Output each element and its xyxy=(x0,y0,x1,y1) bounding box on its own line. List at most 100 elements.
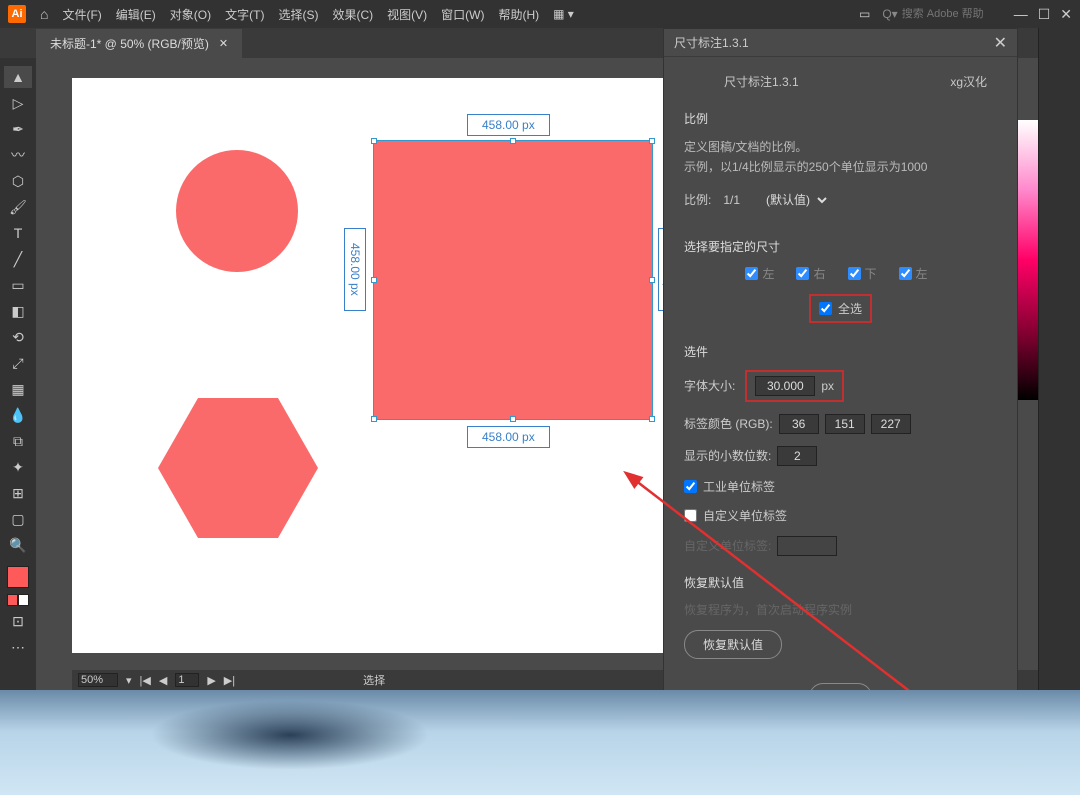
menu-window[interactable]: 窗口(W) xyxy=(441,6,484,23)
color-r-input[interactable] xyxy=(779,414,819,434)
menu-view[interactable]: 视图(V) xyxy=(387,6,427,23)
dialog-header[interactable]: 尺寸标注1.3.1 ✕ xyxy=(664,29,1017,57)
line-tool-icon[interactable]: ╱ xyxy=(4,248,32,270)
minimize-icon[interactable]: — xyxy=(1014,6,1028,23)
app-logo-icon: Ai xyxy=(8,5,26,23)
home-icon[interactable]: ⌂ xyxy=(40,6,48,22)
custom-unit-label: 自定义单位标签 xyxy=(703,507,787,524)
stroke-swatch[interactable] xyxy=(7,594,29,606)
ck-right2[interactable]: 左 xyxy=(899,265,928,282)
scale-heading: 比例 xyxy=(684,110,997,127)
decimals-input[interactable] xyxy=(777,446,817,466)
select-all-highlight[interactable]: 全选 xyxy=(809,294,872,323)
custom-unit-ck[interactable] xyxy=(684,509,697,522)
curvature-tool-icon[interactable]: 〰 xyxy=(4,144,32,166)
nav-first-icon[interactable]: |◀ xyxy=(140,674,151,687)
dialog-close-icon[interactable]: ✕ xyxy=(994,33,1007,53)
menu-bar: Ai ⌂ 文件(F) 编辑(E) 对象(O) 文字(T) 选择(S) 效果(C)… xyxy=(0,0,1080,28)
scale-desc-1: 定义图稿/文档的比例。 xyxy=(684,137,997,157)
industrial-ck[interactable] xyxy=(684,480,697,493)
restore-button[interactable]: 恢复默认值 xyxy=(684,630,782,659)
desktop-background xyxy=(0,690,1080,795)
shape-tool-icon[interactable]: ⬡ xyxy=(4,170,32,192)
restore-heading: 恢复默认值 xyxy=(684,574,997,591)
decimals-label: 显示的小数位数: xyxy=(684,447,771,464)
search-icon: Q▾ xyxy=(882,7,897,21)
zoom-tool-icon[interactable]: 🔍 xyxy=(4,534,32,556)
graph-tool-icon[interactable]: ⊞ xyxy=(4,482,32,504)
close-icon[interactable]: ✕ xyxy=(1060,6,1072,23)
help-search[interactable]: Q▾ xyxy=(882,7,1001,21)
eyedropper-tool-icon[interactable]: 💧 xyxy=(4,404,32,426)
rectangle-shape[interactable] xyxy=(373,140,653,420)
menu-effect[interactable]: 效果(C) xyxy=(332,6,373,23)
status-label: 选择 xyxy=(363,672,385,688)
page-input[interactable] xyxy=(175,673,199,687)
screen-mode-icon[interactable]: ⊡ xyxy=(4,610,32,632)
dialog-subtitle: 尺寸标注1.3.1 xyxy=(724,73,799,90)
nav-last-icon[interactable]: ▶| xyxy=(224,674,235,687)
pen-tool-icon[interactable]: ✒ xyxy=(4,118,32,140)
menu-object[interactable]: 对象(O) xyxy=(170,6,211,23)
zoom-input[interactable] xyxy=(78,673,118,687)
font-size-input[interactable] xyxy=(755,376,815,396)
dimension-bottom: 458.00 px xyxy=(467,426,550,448)
more-tools-icon[interactable]: ⋯ xyxy=(4,636,32,658)
symbol-tool-icon[interactable]: ✦ xyxy=(4,456,32,478)
industrial-label: 工业单位标签 xyxy=(703,478,775,495)
menu-type[interactable]: 文字(T) xyxy=(225,6,264,23)
custom-unit-field-label: 自定义单位标签: xyxy=(684,537,771,554)
font-size-label: 字体大小: xyxy=(684,377,735,394)
ck-right[interactable]: 右 xyxy=(796,265,825,282)
fill-swatch[interactable] xyxy=(7,566,29,588)
nav-prev-icon[interactable]: ◀ xyxy=(159,674,167,687)
layout-icon[interactable]: ▦ ▾ xyxy=(553,7,574,21)
circle-shape[interactable] xyxy=(176,150,298,272)
dimension-left: 458.00 px xyxy=(344,228,366,311)
color-b-input[interactable] xyxy=(871,414,911,434)
direct-selection-tool-icon[interactable]: ▷ xyxy=(4,92,32,114)
restore-desc: 恢复程序为，首次启动程序实例 xyxy=(684,601,997,618)
right-panel-strip[interactable] xyxy=(1038,28,1080,795)
nav-next-icon[interactable]: ▶ xyxy=(207,674,215,687)
menu-file[interactable]: 文件(F) xyxy=(62,6,101,23)
menu-edit[interactable]: 编辑(E) xyxy=(116,6,156,23)
font-unit: px xyxy=(821,379,834,393)
dims-heading: 选择要指定的尺寸 xyxy=(684,238,997,255)
dimensions-dialog: 尺寸标注1.3.1 ✕ 尺寸标注1.3.1 xg汉化 比例 定义图稿/文档的比例… xyxy=(663,28,1018,768)
tool-palette: ▲ ▷ ✒ 〰 ⬡ 🖌 T ╱ ▭ ◧ ⟲ ⤢ ▦ 💧 ⧉ ✦ ⊞ ▢ 🔍 ⊡ … xyxy=(0,58,36,690)
rotate-tool-icon[interactable]: ⟲ xyxy=(4,326,32,348)
maximize-icon[interactable]: ☐ xyxy=(1038,6,1051,23)
artboard[interactable]: 458.00 px 458.00 px 458.00 px 458.00 px xyxy=(72,78,672,653)
menu-select[interactable]: 选择(S) xyxy=(278,6,318,23)
hexagon-shape[interactable] xyxy=(158,398,318,538)
custom-unit-field xyxy=(777,536,837,556)
tab-close-icon[interactable]: ✕ xyxy=(219,37,228,50)
menu-help[interactable]: 帮助(H) xyxy=(498,6,539,23)
brush-tool-icon[interactable]: 🖌 xyxy=(4,196,32,218)
type-tool-icon[interactable]: T xyxy=(4,222,32,244)
ck-all[interactable] xyxy=(819,302,832,315)
eraser-tool-icon[interactable]: ◧ xyxy=(4,300,32,322)
blend-tool-icon[interactable]: ⧉ xyxy=(4,430,32,452)
color-g-input[interactable] xyxy=(825,414,865,434)
scale-tool-icon[interactable]: ⤢ xyxy=(4,352,32,374)
document-tab[interactable]: 未标题-1* @ 50% (RGB/预览) ✕ xyxy=(36,29,242,58)
help-search-input[interactable] xyxy=(902,8,1002,20)
color-picker-gradient[interactable] xyxy=(1018,120,1038,400)
zoom-dropdown-icon[interactable]: ▾ xyxy=(126,674,132,687)
tab-title: 未标题-1* @ 50% (RGB/预览) xyxy=(50,35,209,52)
color-label: 标签颜色 (RGB): xyxy=(684,415,773,432)
workspace-icon[interactable]: ▭ xyxy=(859,7,870,21)
artboard-tool-icon[interactable]: ▢ xyxy=(4,508,32,530)
dialog-credit: xg汉化 xyxy=(950,73,987,90)
scale-ratio[interactable]: 1/1 xyxy=(723,193,740,207)
selection-tool-icon[interactable]: ▲ xyxy=(4,66,32,88)
scale-default-select[interactable]: (默认值) xyxy=(758,190,830,210)
scale-desc-2: 示例，以1/4比例显示的250个单位显示为1000 xyxy=(684,157,997,177)
ck-left[interactable]: 左 xyxy=(745,265,774,282)
ck-down[interactable]: 下 xyxy=(848,265,877,282)
rectangle-tool-icon[interactable]: ▭ xyxy=(4,274,32,296)
gradient-tool-icon[interactable]: ▦ xyxy=(4,378,32,400)
scale-label: 比例: xyxy=(684,191,711,208)
